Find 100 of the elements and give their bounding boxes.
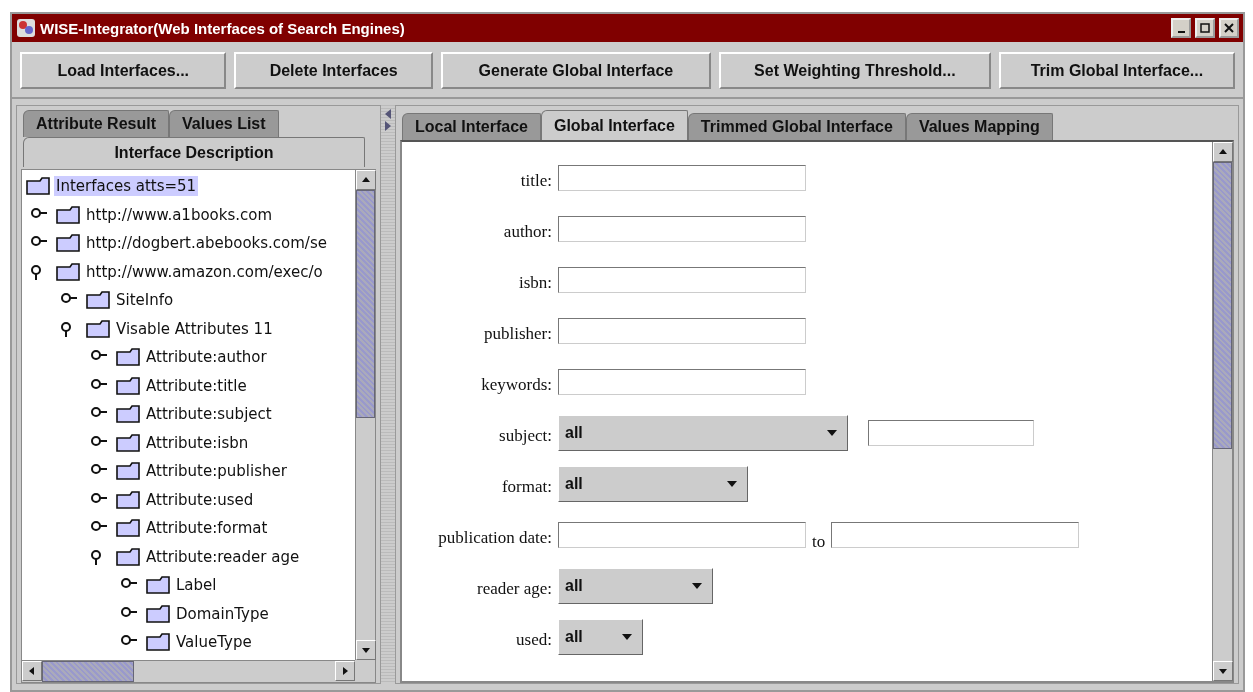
folder-icon xyxy=(56,234,80,253)
tab[interactable]: Values List xyxy=(169,110,279,137)
toolbar-button[interactable]: Delete Interfaces xyxy=(234,52,433,89)
scroll-thumb[interactable] xyxy=(356,190,375,418)
dropdown[interactable]: all xyxy=(558,465,748,502)
maximize-icon xyxy=(1200,23,1210,33)
right-arrow-icon xyxy=(340,666,350,676)
close-icon xyxy=(1224,23,1234,33)
text-field[interactable] xyxy=(558,215,806,242)
field-label: publication date: xyxy=(437,526,552,548)
caret-icon xyxy=(727,478,737,489)
field-label: author: xyxy=(502,220,552,242)
up-arrow-icon xyxy=(1218,147,1228,157)
field-label: used: xyxy=(515,628,552,650)
field-label: title: xyxy=(519,169,552,191)
scroll-thumb[interactable] xyxy=(1213,162,1232,449)
folder-icon xyxy=(116,462,140,481)
tree-node[interactable]: Attribute:publisher xyxy=(144,461,289,482)
tree-node[interactable]: Attribute:format xyxy=(144,518,270,539)
tab[interactable]: Trimmed Global Interface xyxy=(687,113,906,140)
toolbar-button[interactable]: Load Interfaces... xyxy=(20,52,227,89)
folder-icon xyxy=(146,576,170,595)
field-label: keywords: xyxy=(480,373,552,395)
collapse-left-icon[interactable] xyxy=(385,109,391,119)
toolbar-button[interactable]: Set Weighting Threshold... xyxy=(718,52,991,89)
text-field[interactable] xyxy=(558,164,806,191)
minimize-icon xyxy=(1177,31,1185,33)
field-label: subject: xyxy=(498,424,552,446)
text-field[interactable] xyxy=(558,368,806,395)
folder-icon xyxy=(116,405,140,424)
text-field[interactable] xyxy=(868,419,1034,446)
range-label: to xyxy=(812,530,826,552)
caret-icon xyxy=(827,427,837,438)
tab[interactable]: Values Mapping xyxy=(905,113,1053,140)
folder-icon xyxy=(146,604,170,623)
scroll-right-button[interactable] xyxy=(335,661,355,681)
close-button[interactable] xyxy=(1219,18,1239,38)
scroll-down-button[interactable] xyxy=(356,640,376,660)
tree-node[interactable]: Interfaces atts=51 xyxy=(54,176,199,197)
tree-node[interactable]: SiteInfo xyxy=(114,290,176,311)
minimize-button[interactable] xyxy=(1171,18,1191,38)
down-arrow-icon xyxy=(1218,666,1228,676)
scroll-thumb[interactable] xyxy=(42,661,134,682)
folder-icon xyxy=(146,633,170,652)
tree-node[interactable]: http://dogbert.abebooks.com/se xyxy=(84,233,329,254)
tree-node[interactable]: Attribute:title xyxy=(144,375,249,396)
dropdown[interactable]: all xyxy=(558,414,848,451)
tree-node[interactable]: http://www.a1books.com xyxy=(84,204,275,225)
vertical-scrollbar[interactable] xyxy=(1212,142,1232,681)
scroll-up-button[interactable] xyxy=(356,170,376,190)
horizontal-scrollbar[interactable] xyxy=(22,660,355,682)
folder-icon xyxy=(116,547,140,566)
scrollbar-corner xyxy=(355,660,375,682)
tree-node[interactable]: Attribute:subject xyxy=(144,404,274,425)
caret-icon xyxy=(622,631,632,642)
text-field[interactable] xyxy=(558,266,806,293)
tree-node[interactable]: Visable Attributes 11 xyxy=(114,318,275,339)
field-label: isbn: xyxy=(517,271,552,293)
dropdown[interactable]: all xyxy=(558,618,643,655)
tree-node[interactable]: Attribute:used xyxy=(144,489,256,510)
tree-node[interactable]: ValueType xyxy=(174,632,254,653)
tab[interactable]: Attribute Result xyxy=(23,110,169,137)
scroll-up-button[interactable] xyxy=(1213,142,1233,162)
folder-icon xyxy=(116,490,140,509)
field-label: reader age: xyxy=(475,577,552,599)
toolbar-button[interactable]: Trim Global Interface... xyxy=(998,52,1235,89)
vertical-scrollbar[interactable] xyxy=(355,170,375,660)
left-arrow-icon xyxy=(27,666,37,676)
collapse-right-icon[interactable] xyxy=(385,121,391,131)
folder-icon xyxy=(26,177,50,196)
tree-node[interactable]: Attribute:reader age xyxy=(144,546,302,567)
scroll-left-button[interactable] xyxy=(22,661,42,681)
folder-icon xyxy=(116,433,140,452)
scroll-down-button[interactable] xyxy=(1213,661,1233,681)
folder-icon xyxy=(56,262,80,281)
folder-icon xyxy=(86,291,110,310)
tree-node[interactable]: Attribute:author xyxy=(144,347,269,368)
tab[interactable]: Global Interface xyxy=(540,110,688,140)
dropdown[interactable]: all xyxy=(558,567,713,604)
folder-icon xyxy=(56,205,80,224)
tree-node[interactable]: Attribute:isbn xyxy=(144,432,251,453)
tree-node[interactable]: http://www.amazon.com/exec/o xyxy=(84,261,325,282)
field-label: format: xyxy=(500,475,552,497)
field-label: publisher: xyxy=(483,322,552,344)
folder-icon xyxy=(116,519,140,538)
up-arrow-icon xyxy=(361,175,371,185)
app-icon xyxy=(16,18,36,38)
folder-icon xyxy=(116,376,140,395)
tab[interactable]: Interface Description xyxy=(23,137,365,167)
caret-icon xyxy=(692,580,702,591)
tree-node[interactable]: Label xyxy=(174,575,219,596)
text-field[interactable] xyxy=(558,317,806,344)
toolbar-button[interactable]: Generate Global Interface xyxy=(440,52,711,89)
maximize-button[interactable] xyxy=(1195,18,1215,38)
text-field[interactable] xyxy=(558,521,806,548)
down-arrow-icon xyxy=(361,645,371,655)
tree-node[interactable]: DomainType xyxy=(174,603,271,624)
tab[interactable]: Local Interface xyxy=(402,113,541,140)
folder-icon xyxy=(86,319,110,338)
text-field[interactable] xyxy=(831,521,1080,548)
